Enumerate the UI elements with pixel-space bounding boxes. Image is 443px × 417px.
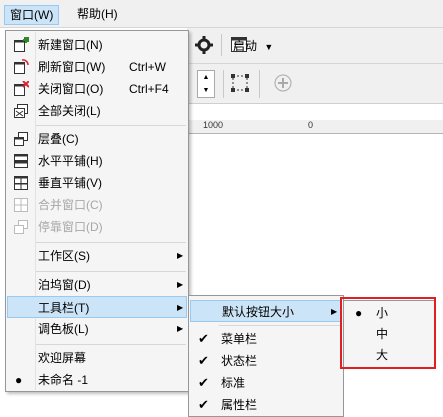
tile-vertical-icon [14,176,28,190]
menu-item-toolbars[interactable]: 工具栏(T) ▶ [7,296,187,318]
menu-item-combine-window: 合并窗口(C) [7,194,187,216]
launch-button[interactable]: 启动 ▼ [233,36,273,56]
checkmark-icon: ✔ [198,397,209,412]
menu-separator [36,344,186,345]
menu-item-label: 泊坞窗(D) [38,278,91,292]
menu-item-refresh-window[interactable]: 刷新窗口(W) Ctrl+W [7,56,187,78]
toolbar-separator [221,34,222,56]
submenu-arrow-icon: ▶ [177,280,184,289]
menu-help[interactable]: 帮助(H) [72,5,123,25]
menu-item-workspace[interactable]: 工作区(S) ▶ [7,245,187,267]
menu-separator [36,271,186,272]
menu-item-shortcut: Ctrl+F4 [129,82,169,96]
menu-item-label: 欢迎屏幕 [38,351,87,365]
menu-separator [36,125,186,126]
menu-separator [36,242,186,243]
selection-box-icon[interactable] [230,73,250,93]
spinner-up-down[interactable]: ▲ ▼ [197,70,215,98]
arrow-down-icon: ▼ [202,87,210,94]
submenu-item-label: 状态栏 [221,354,258,368]
menu-item-label: 刷新窗口(W) [38,60,106,74]
checkmark-icon: ✔ [198,375,209,390]
arrow-up-icon: ▲ [202,74,210,81]
cascade-icon [14,132,28,146]
horizontal-ruler [187,120,443,134]
menu-item-label: 全部关闭(L) [38,104,101,118]
bullet-icon: ● [15,373,23,387]
close-window-icon [14,81,29,96]
annotation-highlight-box [340,297,436,369]
menu-bar: 窗口(W) 帮助(H) [0,0,443,28]
menu-item-label: 层叠(C) [38,132,79,146]
menu-item-label: 工作区(S) [38,249,90,263]
tile-horizontal-icon [14,154,28,168]
menu-item-cascade[interactable]: 层叠(C) [7,128,187,150]
menu-item-close-all[interactable]: 全部关闭(L) [7,100,187,122]
menu-item-label: 停靠窗口(D) [38,220,103,234]
toolbars-submenu: 默认按钮大小 ▶ ✔ 菜单栏 ✔ 状态栏 ✔ 标准 ✔ 属性栏 [188,295,344,417]
checkmark-icon: ✔ [198,331,209,346]
launch-label: 启动 [233,39,258,53]
submenu-item-property-bar[interactable]: ✔ 属性栏 [190,394,342,416]
menu-item-dock-window: 停靠窗口(D) [7,216,187,238]
menu-item-tile-vertical[interactable]: 垂直平铺(V) [7,172,187,194]
menu-separator [219,325,341,326]
submenu-item-label: 标准 [221,376,246,390]
menu-item-new-window[interactable]: 新建窗口(N) [7,34,187,56]
toolbar-separator [259,70,260,98]
submenu-arrow-icon: ▶ [177,251,184,260]
menu-item-label: 关闭窗口(O) [38,82,104,96]
close-all-icon [14,104,28,118]
ruler-mark: 0 [308,120,314,130]
submenu-arrow-icon: ▶ [331,307,338,316]
submenu-item-label: 属性栏 [221,398,258,412]
dock-window-icon [14,220,28,234]
menu-item-label: 合并窗口(C) [38,198,103,212]
toolbar-separator [223,70,224,98]
submenu-item-status-bar[interactable]: ✔ 状态栏 [190,350,342,372]
menu-item-shortcut: Ctrl+W [129,60,166,74]
gear-icon[interactable] [195,36,213,54]
menu-item-welcome-screen[interactable]: 欢迎屏幕 [7,347,187,369]
submenu-item-standard[interactable]: ✔ 标准 [190,372,342,394]
submenu-item-label: 默认按钮大小 [222,305,295,319]
submenu-item-label: 菜单栏 [221,332,258,346]
submenu-item-menu-bar[interactable]: ✔ 菜单栏 [190,328,342,350]
menu-item-label: 工具栏(T) [38,301,90,315]
menu-item-dockers[interactable]: 泊坞窗(D) ▶ [7,274,187,296]
submenu-arrow-icon: ▶ [177,303,184,312]
menu-item-untitled-1[interactable]: ● 未命名 -1 [7,369,187,391]
checkmark-icon: ✔ [198,353,209,368]
combine-window-icon [14,198,28,212]
menu-item-label: 水平平铺(H) [38,154,103,168]
add-icon[interactable] [274,74,292,92]
menu-item-label: 垂直平铺(V) [38,176,102,190]
window-menu: 新建窗口(N) 刷新窗口(W) Ctrl+W 关闭窗口(O) Ctrl+F4 全… [5,30,189,392]
new-window-icon [14,37,29,52]
menu-item-close-window[interactable]: 关闭窗口(O) Ctrl+F4 [7,78,187,100]
property-bar: ▲ ▼ [187,64,443,104]
chevron-down-icon: ▼ [264,42,274,52]
menu-item-label: 调色板(L) [38,322,89,336]
refresh-window-icon [14,59,29,74]
menu-item-tile-horizontal[interactable]: 水平平铺(H) [7,150,187,172]
submenu-arrow-icon: ▶ [177,324,184,333]
submenu-item-default-button-size[interactable]: 默认按钮大小 ▶ [190,300,342,322]
menu-item-label: 新建窗口(N) [38,38,103,52]
ruler-mark: 1000 [203,120,224,130]
menu-item-label: 未命名 -1 [38,373,89,387]
standard-toolbar [187,28,443,64]
menu-window[interactable]: 窗口(W) [4,5,60,25]
menu-item-color-palettes[interactable]: 调色板(L) ▶ [7,318,187,340]
